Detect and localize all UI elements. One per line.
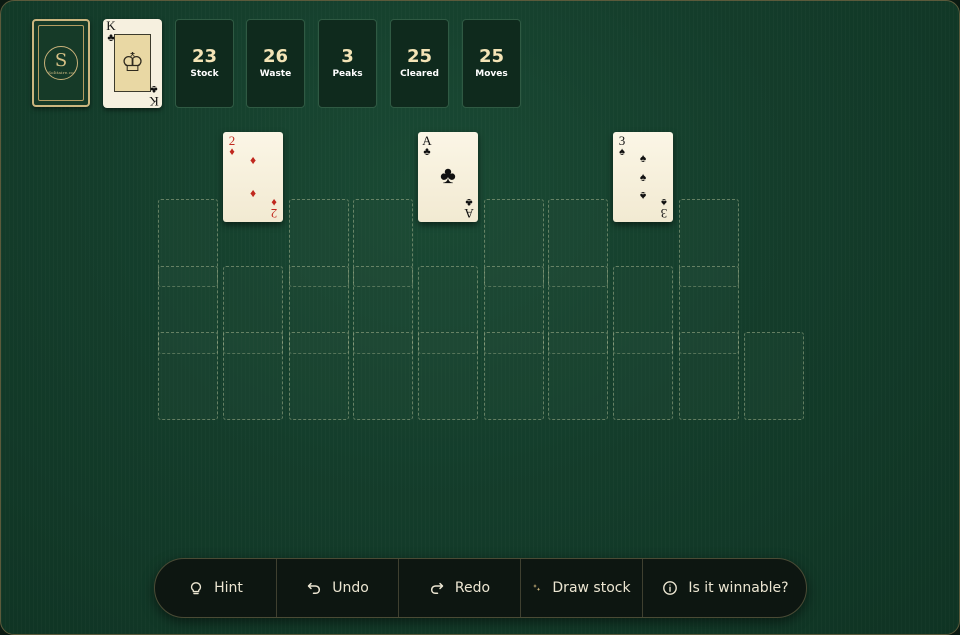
stock-pile[interactable]: S Solitaire.co [32, 19, 90, 107]
undo-icon [307, 582, 321, 595]
stat-peaks: 3 Peaks [318, 19, 377, 108]
is-it-winnable-label: Is it winnable? [688, 580, 789, 596]
stat-value: 25 [406, 46, 433, 67]
peak-card-3-spades[interactable]: 3 ♠ ♠ ♠ ♠ 3 ♠ [613, 132, 673, 222]
empty-slot [158, 332, 218, 420]
empty-slot [484, 332, 544, 420]
king-face-illustration: ♔ [114, 34, 151, 92]
card-corner-bottom: K ♣ [149, 83, 159, 108]
card-suit: ♠ [619, 146, 625, 158]
spade-icon: ♠ [639, 170, 647, 184]
hint-label: Hint [214, 580, 243, 596]
peak-card-ace-clubs[interactable]: A ♣ ♣ A ♣ [418, 132, 478, 222]
redo-icon [430, 582, 444, 595]
card-rank: K [149, 94, 159, 108]
spade-icon: ♠ [639, 151, 647, 165]
card-rank: K [106, 19, 116, 33]
redo-label: Redo [454, 580, 491, 596]
card-suit: ♦ [229, 146, 235, 158]
draw-stock-label: Draw stock [552, 580, 631, 596]
stat-waste: 26 Waste [246, 19, 305, 108]
stat-label: Moves [475, 69, 508, 79]
hint-button[interactable]: Hint [155, 559, 277, 617]
card-corner-bottom: 2 ♦ [269, 196, 279, 221]
card-suit: ♣ [465, 196, 473, 208]
waste-pile-card[interactable]: K ♣ ♔ K ♣ [103, 19, 162, 108]
empty-slot [679, 332, 739, 420]
stat-label: Stock [190, 69, 219, 79]
card-suit: ♣ [423, 146, 431, 158]
undo-button[interactable]: Undo [277, 559, 399, 617]
stat-value: 26 [262, 46, 289, 67]
lightbulb-icon [190, 582, 202, 595]
card-rank: 2 [270, 206, 278, 221]
undo-label: Undo [332, 580, 369, 596]
card-rank: A [464, 206, 474, 221]
empty-slot [613, 332, 673, 420]
info-icon [663, 581, 678, 595]
is-it-winnable-button[interactable]: Is it winnable? [643, 559, 806, 617]
peak-card-2-diamonds[interactable]: 2 ♦ ♦ ♦ 2 ♦ [223, 132, 283, 222]
club-icon: ♣ [440, 163, 456, 189]
empty-slot [548, 332, 608, 420]
stat-stock: 23 Stock [175, 19, 234, 108]
card-rank: 3 [660, 206, 668, 221]
card-suit: ♣ [150, 83, 158, 95]
game-table: S Solitaire.co K ♣ ♔ K ♣ 23 Stock 26 Was… [0, 0, 960, 635]
stat-value: 25 [478, 46, 505, 67]
stat-moves: 25 Moves [462, 19, 521, 108]
card-corner-bottom: 3 ♠ [659, 196, 669, 221]
stat-label: Cleared [400, 69, 439, 79]
empty-slot [223, 332, 283, 420]
stat-value: 23 [191, 46, 218, 67]
card-corner-top: 3 ♠ [617, 134, 627, 158]
empty-slot [744, 332, 804, 420]
empty-slot [289, 332, 349, 420]
spade-icon: ♠ [639, 189, 647, 203]
sparkle-icon [533, 584, 541, 592]
card-corner-top: 2 ♦ [227, 134, 237, 158]
empty-slot [353, 332, 413, 420]
redo-button[interactable]: Redo [399, 559, 521, 617]
draw-stock-button[interactable]: Draw stock [521, 559, 643, 617]
empty-slot [418, 332, 478, 420]
card-suit: ♠ [661, 196, 667, 208]
stat-cleared: 25 Cleared [390, 19, 449, 108]
stat-label: Waste [259, 69, 292, 79]
logo-text: Solitaire.co [48, 69, 74, 75]
diamond-icon: ♦ [249, 153, 257, 167]
stat-label: Peaks [332, 69, 363, 79]
card-corner-bottom: A ♣ [464, 196, 474, 221]
card-back-design: S Solitaire.co [38, 25, 84, 101]
diamond-icon: ♦ [249, 187, 257, 201]
solitaire-logo: S Solitaire.co [44, 46, 78, 80]
card-corner-top: A ♣ [422, 134, 432, 158]
stat-value: 3 [341, 46, 354, 67]
card-suit: ♦ [271, 196, 277, 208]
action-toolbar: Hint Undo Redo Draw stock Is it winnable… [154, 558, 807, 618]
